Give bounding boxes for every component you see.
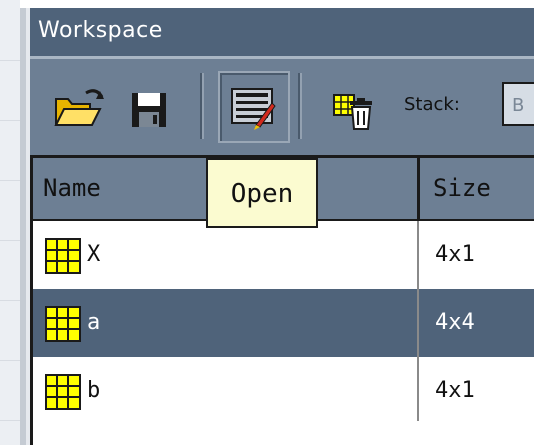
variable-name: b [87, 378, 101, 403]
toolbar-separator [298, 73, 302, 139]
stack-select[interactable]: B [502, 82, 534, 126]
column-divider [417, 221, 419, 421]
open-button[interactable] [50, 79, 110, 139]
title-bar[interactable]: Workspace [30, 8, 534, 59]
matrix-icon [45, 238, 81, 274]
variable-size: 4x4 [435, 310, 475, 335]
column-header-size[interactable]: Size [433, 158, 533, 219]
table-row-selected[interactable]: a 4x4 [33, 289, 534, 357]
stack-label: Stack: [404, 94, 460, 115]
variable-name: X [87, 242, 101, 267]
variable-size: 4x1 [435, 378, 475, 403]
toolbar: Stack: B [30, 59, 534, 149]
import-data-button[interactable] [218, 71, 290, 143]
open-folder-icon [54, 89, 104, 126]
matrix-icon [45, 374, 81, 410]
window-title: Workspace [38, 18, 163, 43]
save-icon [132, 93, 166, 127]
open-tooltip: Open [206, 158, 318, 228]
delete-button[interactable] [324, 79, 384, 139]
save-button[interactable] [120, 79, 180, 139]
variable-name: a [87, 310, 101, 335]
toolbar-separator [200, 73, 204, 139]
column-divider[interactable] [417, 158, 420, 219]
table-row[interactable]: b 4x1 [33, 357, 534, 425]
delete-icon [333, 94, 372, 130]
left-edge [0, 0, 20, 445]
import-data-icon [231, 88, 276, 130]
matrix-icon [45, 306, 81, 342]
top-edge [0, 0, 534, 8]
variable-size: 4x1 [435, 242, 475, 267]
table-row[interactable]: X 4x1 [33, 221, 534, 289]
